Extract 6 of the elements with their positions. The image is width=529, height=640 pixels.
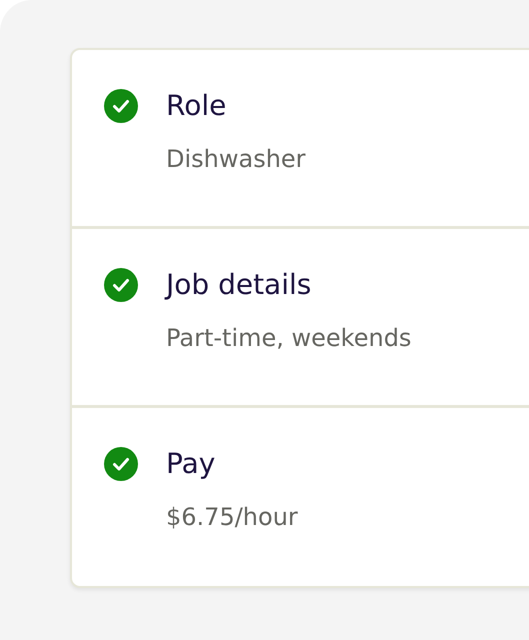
step-title: Pay xyxy=(166,446,216,482)
step-title: Role xyxy=(166,88,228,124)
step-value: Dishwasher xyxy=(166,144,306,174)
step-title: Job details xyxy=(166,267,312,303)
step-value: $6.75/hour xyxy=(166,502,298,532)
step-value: Part-time, weekends xyxy=(166,323,412,353)
